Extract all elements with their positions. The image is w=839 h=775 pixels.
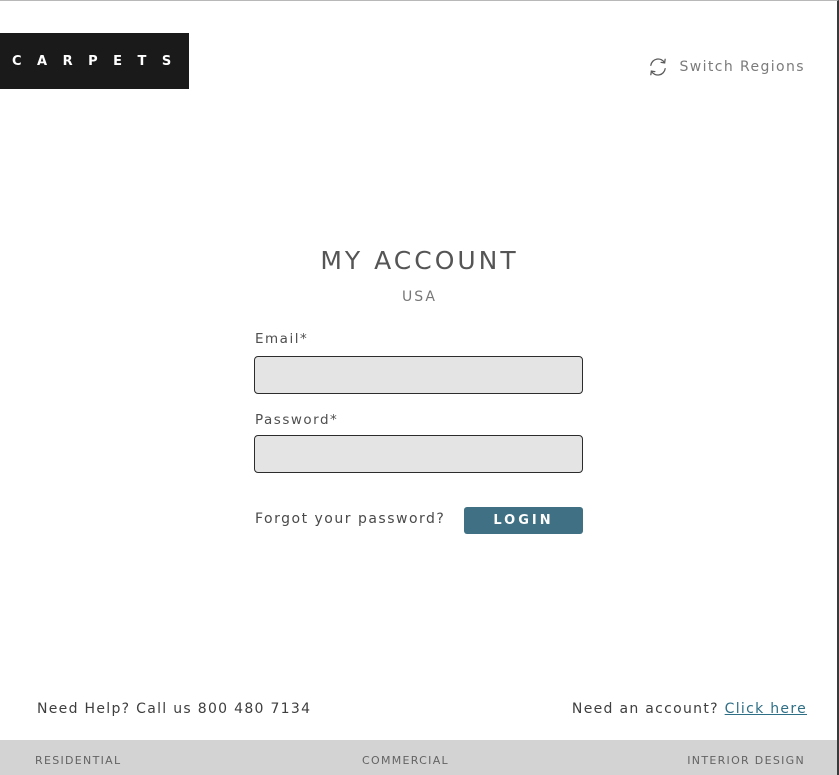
login-button[interactable]: LOGIN (464, 507, 583, 534)
forgot-password-link[interactable]: Forgot your password? (255, 511, 445, 527)
footer-link-residential[interactable]: RESIDENTIAL (35, 754, 121, 767)
switch-regions-button[interactable]: Switch Regions (647, 56, 805, 78)
help-text: Need Help? Call us 800 480 7134 (37, 701, 312, 717)
email-field[interactable] (254, 356, 583, 394)
refresh-icon (650, 58, 667, 76)
region-label: USA (402, 289, 437, 305)
account-prompt: Need an account? Click here (572, 701, 807, 717)
footer-link-commercial[interactable]: COMMERCIAL (362, 754, 449, 767)
click-here-link[interactable]: Click here (725, 701, 807, 717)
logo-text: CARPETS (12, 53, 187, 69)
email-label: Email* (255, 331, 309, 347)
switch-regions-label: Switch Regions (679, 59, 805, 75)
footer-nav: RESIDENTIAL COMMERCIAL INTERIOR DESIGN (0, 740, 837, 775)
password-field[interactable] (254, 435, 583, 473)
footer-link-interior-design[interactable]: INTERIOR DESIGN (687, 754, 805, 767)
carpets-logo[interactable]: CARPETS (0, 33, 189, 89)
password-label: Password* (255, 412, 339, 428)
account-prompt-text: Need an account? (571, 701, 719, 717)
page-title: MY ACCOUNT (320, 246, 519, 275)
